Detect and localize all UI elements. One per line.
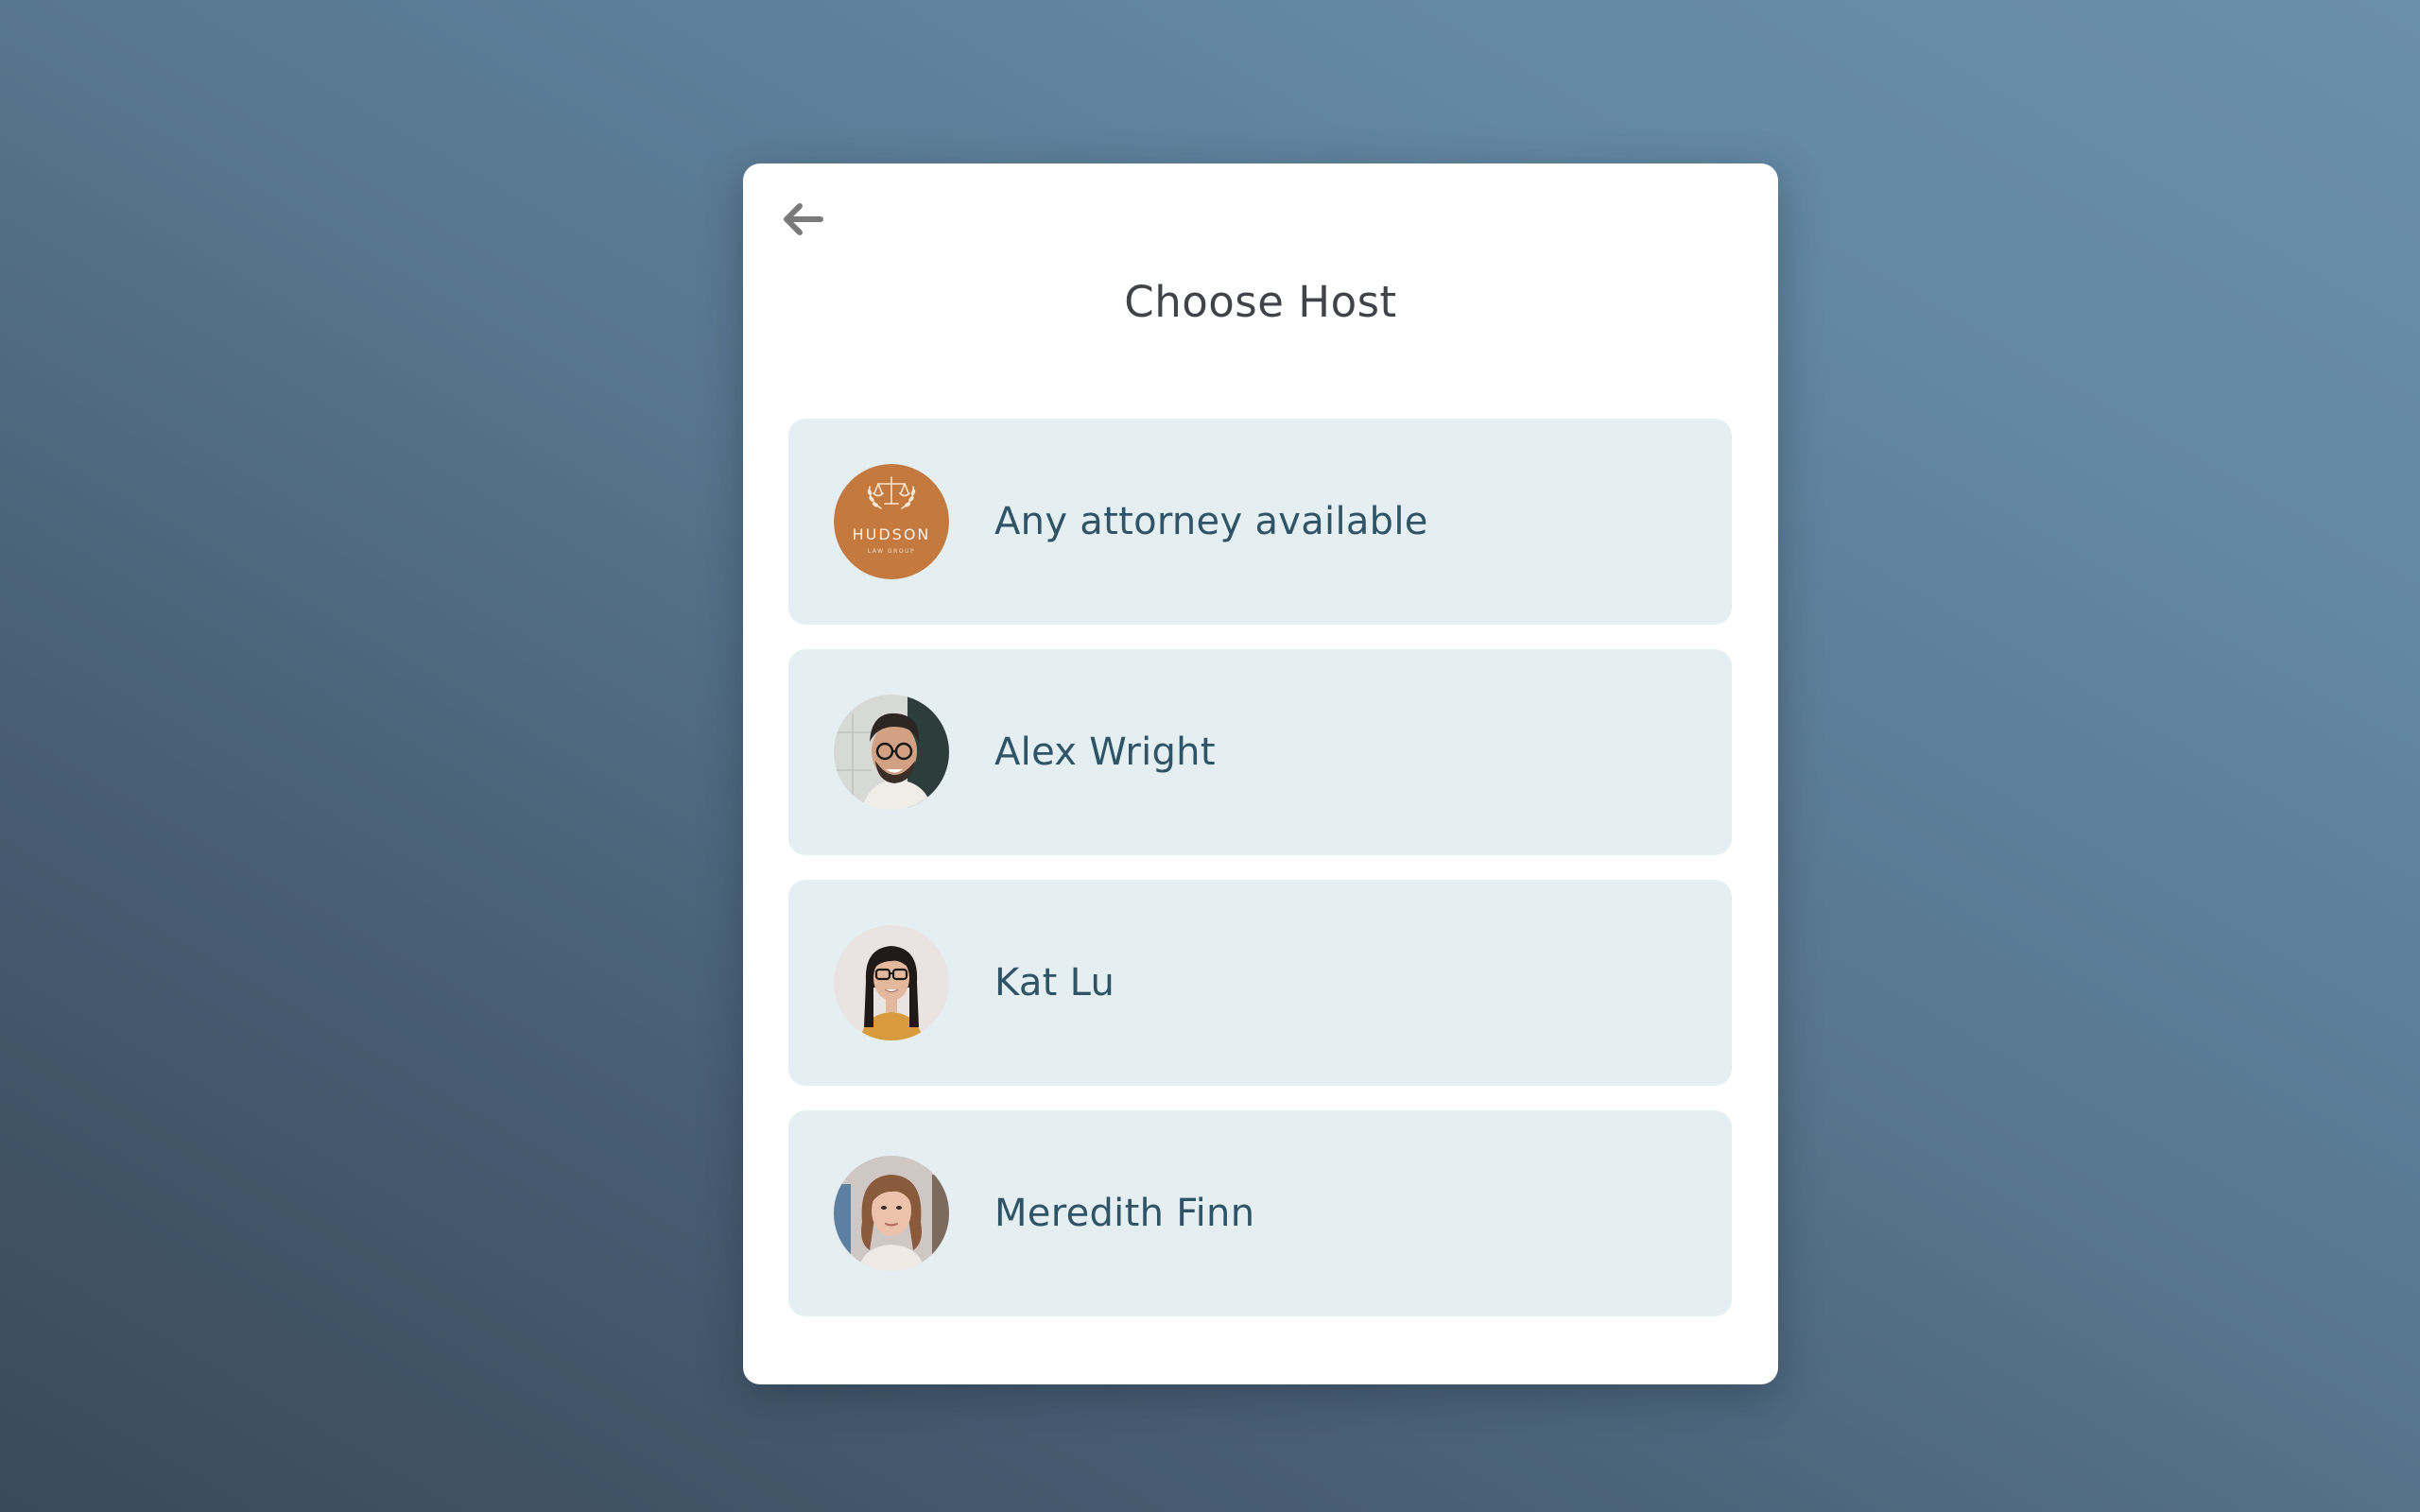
host-option-alex-wright[interactable]: Alex Wright	[788, 649, 1732, 855]
host-option-meredith-finn[interactable]: Meredith Finn	[788, 1110, 1732, 1316]
logo-subtext: LAW GROUP	[868, 548, 915, 555]
host-name: Any attorney available	[994, 500, 1428, 543]
host-option-any-attorney[interactable]: HUDSON LAW GROUP Any attorney available	[788, 419, 1732, 625]
arrow-left-icon	[784, 203, 823, 235]
kat-lu-avatar	[834, 925, 949, 1040]
hudson-law-group-logo: HUDSON LAW GROUP	[834, 464, 949, 579]
meredith-finn-avatar	[834, 1156, 949, 1271]
back-button[interactable]	[777, 196, 828, 243]
logo-name: HUDSON	[853, 525, 931, 543]
page-title: Choose Host	[1124, 277, 1397, 327]
choose-host-dialog: Choose Host HUDSON LAW GROUP Any attorne…	[743, 163, 1778, 1384]
host-name: Kat Lu	[994, 961, 1115, 1005]
host-option-kat-lu[interactable]: Kat Lu	[788, 880, 1732, 1086]
alex-wright-avatar	[834, 695, 949, 810]
host-name: Alex Wright	[994, 730, 1216, 774]
host-name: Meredith Finn	[994, 1192, 1255, 1235]
host-list: HUDSON LAW GROUP Any attorney available	[788, 419, 1732, 1341]
